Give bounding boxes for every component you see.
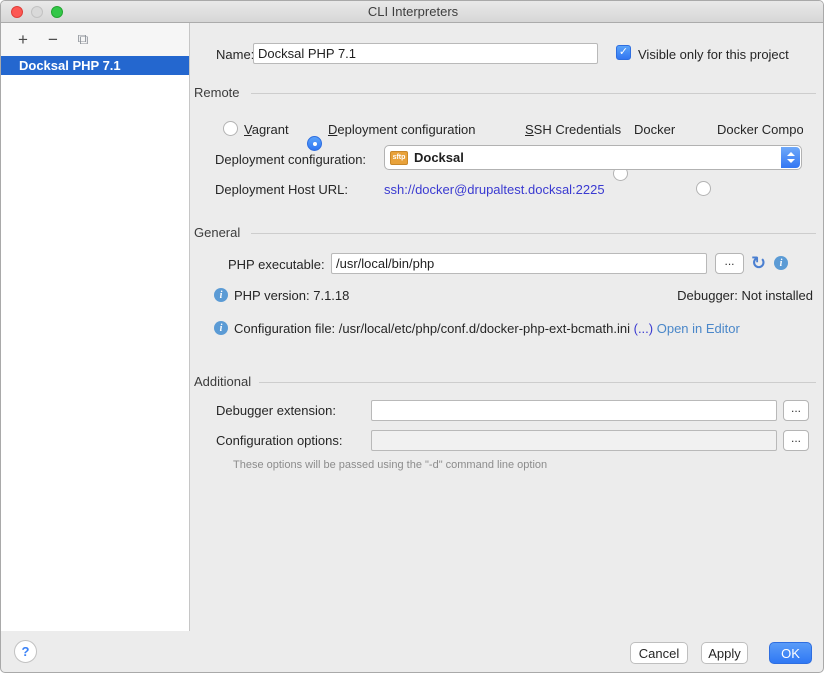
visible-project-checkbox[interactable]: ✓ <box>616 45 631 60</box>
additional-section-header: Additional <box>194 374 251 389</box>
radio-docker-label: Docker <box>634 122 675 137</box>
general-section-divider <box>251 233 816 234</box>
deployment-configuration-select[interactable]: sftp Docksal <box>384 145 802 170</box>
configuration-file-expand-link[interactable]: (...) <box>634 321 654 336</box>
debugger-status-text: Debugger: Not installed <box>677 288 813 303</box>
list-toolbar: + − ⧉ <box>1 23 189 56</box>
radio-vagrant-label: Vagrant <box>244 122 289 137</box>
cancel-button[interactable]: Cancel <box>630 642 688 664</box>
add-icon[interactable]: + <box>13 30 33 50</box>
deployment-host-url-label: Deployment Host URL: <box>215 182 348 197</box>
name-input[interactable] <box>253 43 598 64</box>
debugger-extension-input[interactable] <box>371 400 777 421</box>
info-icon: i <box>774 256 788 270</box>
help-button[interactable]: ? <box>14 640 37 663</box>
configuration-options-browse-button[interactable]: ... <box>783 430 809 451</box>
apply-button[interactable]: Apply <box>701 642 748 664</box>
combo-stepper-icon[interactable] <box>781 147 800 168</box>
configuration-file-row: Configuration file: /usr/local/etc/php/c… <box>234 321 740 336</box>
radio-docker-compose-label: Docker Compose <box>717 122 803 137</box>
remove-icon[interactable]: − <box>43 30 63 50</box>
config-file-info-icon: i <box>214 321 228 335</box>
ok-button[interactable]: OK <box>769 642 812 664</box>
configuration-options-label: Configuration options: <box>216 433 342 448</box>
php-executable-label: PHP executable: <box>228 257 325 272</box>
debugger-extension-label: Debugger extension: <box>216 403 336 418</box>
copy-icon[interactable]: ⧉ <box>73 30 93 50</box>
chevron-up-icon <box>787 152 795 156</box>
configuration-options-input[interactable] <box>371 430 777 451</box>
open-in-editor-link[interactable]: Open in Editor <box>657 321 740 336</box>
options-note-text: These options will be passed using the "… <box>233 459 547 471</box>
remote-section-divider <box>251 93 816 94</box>
debugger-extension-browse-button[interactable]: ... <box>783 400 809 421</box>
configuration-file-text: Configuration file: /usr/local/etc/php/c… <box>234 321 630 336</box>
radio-deployment-configuration-label: Deployment configuration <box>328 122 475 137</box>
titlebar: CLI Interpreters <box>1 1 824 23</box>
chevron-down-icon <box>787 159 795 163</box>
radio-deployment-configuration[interactable] <box>307 136 322 151</box>
general-section-header: General <box>194 225 240 240</box>
traffic-lights <box>11 6 63 18</box>
cli-interpreters-dialog: CLI Interpreters + − ⧉ Docksal PHP 7.1 N… <box>0 0 824 673</box>
php-executable-browse-button[interactable]: ... <box>715 253 744 274</box>
php-version-text: PHP version: 7.1.18 <box>234 288 349 303</box>
zoom-button[interactable] <box>51 6 63 18</box>
php-executable-input[interactable] <box>331 253 707 274</box>
remote-section-header: Remote <box>194 85 240 100</box>
radio-docker-compose[interactable] <box>696 181 711 196</box>
deployment-configuration-value: Docksal <box>414 150 464 165</box>
radio-vagrant[interactable] <box>223 121 238 136</box>
minimize-button <box>31 6 43 18</box>
radio-ssh-credentials-label: SSH Credentials <box>525 122 621 137</box>
reload-icon[interactable]: ↻ <box>751 254 766 272</box>
php-version-info-icon: i <box>214 288 228 302</box>
name-label: Name: <box>216 47 254 62</box>
list-item-docksal-php[interactable]: Docksal PHP 7.1 <box>1 56 189 75</box>
additional-section-divider <box>259 382 816 383</box>
visible-project-label: Visible only for this project <box>638 47 789 62</box>
close-button[interactable] <box>11 6 23 18</box>
deployment-configuration-label: Deployment configuration: <box>215 152 366 167</box>
interpreter-list-panel: + − ⧉ Docksal PHP 7.1 <box>1 23 190 631</box>
window-title: CLI Interpreters <box>368 4 458 19</box>
sftp-icon: sftp <box>390 151 408 165</box>
deployment-host-url-value[interactable]: ssh://docker@drupaltest.docksal:2225 <box>384 182 605 197</box>
